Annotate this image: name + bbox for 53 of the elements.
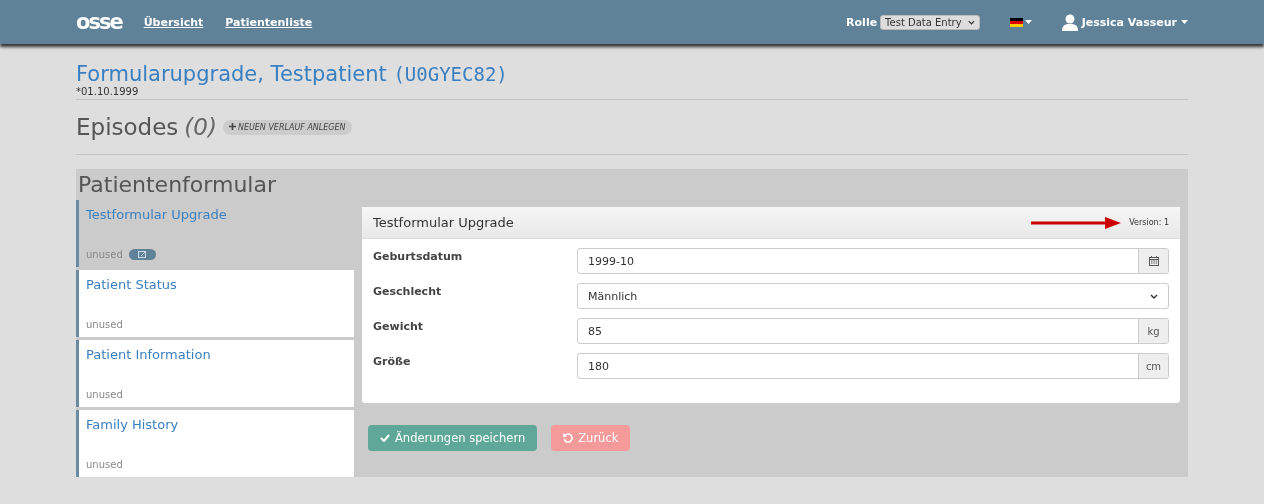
calendar-icon: [1148, 256, 1159, 266]
unit-label: kg: [1138, 319, 1168, 343]
user-menu[interactable]: Jessica Vasseur: [1061, 13, 1188, 31]
episodes-count: (0): [184, 114, 217, 140]
form-status: unused: [86, 319, 123, 330]
chevron-icon: [967, 19, 975, 25]
input-field[interactable]: 85 kg: [577, 318, 1169, 344]
date-field[interactable]: 1999-10: [577, 248, 1169, 274]
select-field[interactable]: Männlich: [577, 283, 1169, 309]
form-status: unused: [86, 249, 123, 260]
field-value: 85: [588, 324, 602, 338]
nav-link[interactable]: Übersicht: [143, 15, 204, 29]
user-icon: [1061, 13, 1078, 31]
role-select[interactable]: Test Data Entry: [880, 14, 980, 30]
check-icon: [380, 434, 390, 442]
language-menu[interactable]: [1009, 17, 1032, 27]
caret-icon: [1181, 20, 1188, 24]
plus-icon: [228, 122, 236, 130]
field-label: Geschlecht: [373, 284, 443, 298]
episodes-title: Episodes: [76, 114, 179, 140]
role-label: Rolle: [846, 15, 878, 29]
version-label: Version: 1: [1129, 218, 1169, 227]
new-episode-button[interactable]: NEUEN VERLAUF ANLEGEN: [222, 119, 352, 135]
form-title: Family History: [86, 417, 180, 432]
patient-title: Formularupgrade, Testpatient (U0GYEC82): [76, 62, 509, 86]
form-list-item[interactable]: Patient Status unused: [76, 270, 354, 337]
form-title: Patient Status: [86, 277, 178, 292]
field-value: 180: [588, 359, 609, 373]
field-label: Größe: [373, 354, 412, 368]
save-button[interactable]: Änderungen speichern: [368, 425, 538, 451]
form-status: unused: [86, 459, 123, 470]
form-title: Patient Information: [86, 347, 212, 362]
form-title: Testformular Upgrade: [86, 207, 228, 222]
birth-date: *01.10.1999: [76, 86, 140, 97]
field-value: 1999-10: [588, 254, 634, 268]
section-title: Patientenformular: [77, 171, 277, 199]
form-status: unused: [86, 389, 123, 400]
form-list-item[interactable]: Patient Information unused: [76, 340, 354, 407]
form-list-item[interactable]: Family History unused: [76, 410, 354, 477]
unit-label: cm: [1138, 354, 1168, 378]
logo[interactable]: osse: [76, 10, 122, 34]
edit-icon: [137, 251, 147, 258]
panel-title: Testformular Upgrade: [373, 215, 515, 230]
field-value: Männlich: [588, 289, 638, 303]
flag-icon: [1009, 17, 1023, 27]
field-label: Gewicht: [373, 319, 425, 333]
undo-icon: [563, 433, 574, 443]
edit-badge[interactable]: [128, 249, 156, 260]
chevron-icon: [1150, 293, 1158, 299]
caret-icon: [1024, 20, 1032, 24]
nav-link[interactable]: Patientenliste: [225, 15, 313, 29]
field-label: Geburtsdatum: [373, 249, 464, 263]
input-field[interactable]: 180 cm: [577, 353, 1169, 379]
